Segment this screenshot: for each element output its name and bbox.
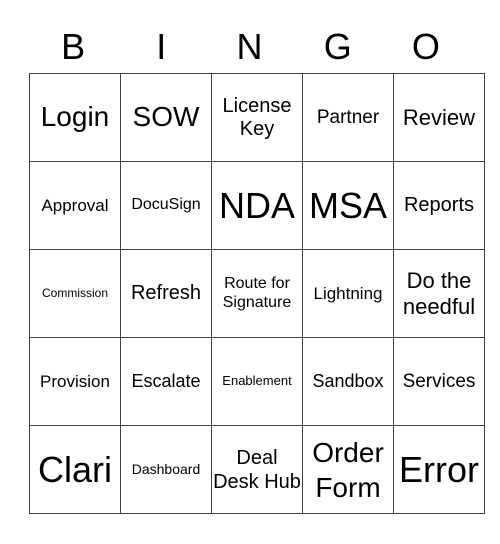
bingo-cell[interactable]: Commission bbox=[29, 249, 121, 338]
bingo-cell[interactable]: Escalate bbox=[120, 337, 212, 426]
header-letter-o: O bbox=[411, 26, 440, 67]
header-letter-g: G bbox=[323, 26, 352, 67]
grid-row: Commission Refresh Route for Signature L… bbox=[29, 249, 485, 338]
bingo-cell[interactable]: Login bbox=[29, 73, 121, 162]
bingo-cell[interactable]: SOW bbox=[120, 73, 212, 162]
bingo-cell[interactable]: Do the needful bbox=[393, 249, 485, 338]
header-letter-b: B bbox=[61, 26, 86, 67]
bingo-cell[interactable]: Refresh bbox=[120, 249, 212, 338]
bingo-cell[interactable]: Review bbox=[393, 73, 485, 162]
bingo-cell[interactable]: Dashboard bbox=[120, 425, 212, 514]
bingo-grid: Login SOW License Key Partner Review App… bbox=[29, 73, 485, 514]
bingo-cell[interactable]: Services bbox=[393, 337, 485, 426]
bingo-cell[interactable]: Approval bbox=[29, 161, 121, 250]
bingo-cell[interactable]: Sandbox bbox=[302, 337, 394, 426]
grid-row: Clari Dashboard Deal Desk Hub Order Form… bbox=[29, 425, 485, 514]
bingo-cell[interactable]: Enablement bbox=[211, 337, 303, 426]
bingo-cell[interactable]: License Key bbox=[211, 73, 303, 162]
bingo-cell[interactable]: Deal Desk Hub bbox=[211, 425, 303, 514]
grid-row: Login SOW License Key Partner Review bbox=[29, 73, 485, 162]
bingo-cell[interactable]: Partner bbox=[302, 73, 394, 162]
header-letter-n: N bbox=[236, 26, 263, 67]
bingo-cell[interactable]: Order Form bbox=[302, 425, 394, 514]
bingo-cell[interactable]: NDA bbox=[211, 161, 303, 250]
bingo-cell[interactable]: DocuSign bbox=[120, 161, 212, 250]
bingo-header: B I N G O bbox=[29, 22, 470, 72]
grid-row: Approval DocuSign NDA MSA Reports bbox=[29, 161, 485, 250]
header-letter-i: I bbox=[156, 26, 167, 67]
bingo-cell[interactable]: Route for Signature bbox=[211, 249, 303, 338]
grid-row: Provision Escalate Enablement Sandbox Se… bbox=[29, 337, 485, 426]
bingo-cell[interactable]: Reports bbox=[393, 161, 485, 250]
bingo-cell[interactable]: Clari bbox=[29, 425, 121, 514]
bingo-cell[interactable]: Provision bbox=[29, 337, 121, 426]
bingo-cell[interactable]: MSA bbox=[302, 161, 394, 250]
bingo-cell[interactable]: Error bbox=[393, 425, 485, 514]
bingo-cell[interactable]: Lightning bbox=[302, 249, 394, 338]
